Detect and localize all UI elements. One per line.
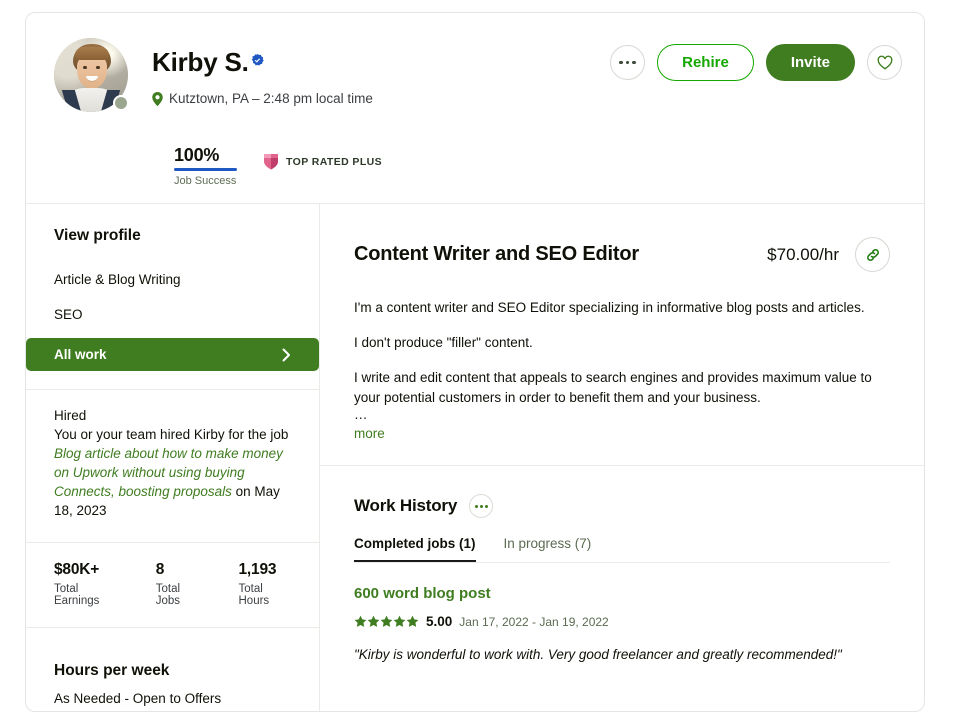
heart-icon	[877, 55, 892, 70]
job-section: Content Writer and SEO Editor $70.00/hr …	[320, 203, 924, 465]
stat-label: Total Jobs	[155, 583, 181, 607]
entry-dates: Jan 17, 2022 - Jan 19, 2022	[459, 614, 609, 629]
job-success-label: Job Success	[174, 175, 237, 187]
work-history-tabs: Completed jobs (1) In progress (7)	[354, 536, 890, 563]
star-rating	[354, 615, 419, 628]
star-icon	[393, 615, 406, 627]
entry-feedback: "Kirby is wonderful to work with. Very g…	[354, 647, 842, 662]
stat-total-jobs: 8 Total Jobs	[156, 561, 203, 607]
section-divider	[320, 465, 924, 466]
freelancer-profile-card: Kirby S. Kutztown, PA – 2:48 pm local ti…	[25, 12, 925, 712]
avatar[interactable]	[54, 38, 129, 112]
hourly-rate: $70.00/hr	[767, 244, 839, 264]
page-title: Content Writer and SEO Editor	[354, 243, 639, 265]
top-rated-plus-label: TOP RATED PLUS	[286, 155, 383, 168]
job-success-block: 100% Job Success	[174, 145, 237, 187]
job-header: Content Writer and SEO Editor $70.00/hr	[354, 237, 890, 272]
work-history-more-button[interactable]	[469, 494, 494, 518]
tab-completed-jobs[interactable]: Completed jobs (1)	[354, 536, 476, 562]
hours-per-week-value: As Needed - Open to Offers	[54, 691, 222, 706]
hired-section: Hired You or your team hired Kirby for t…	[26, 390, 319, 542]
work-history-entry: 600 word blog post 5.00 Jan 17, 2022 - J…	[354, 563, 890, 664]
stat-value: 8	[155, 561, 165, 578]
hired-text-before: You or your team hired Kirby for the job	[54, 427, 289, 442]
stat-label: Total Earnings	[54, 583, 100, 607]
location-text: Kutztown, PA – 2:48 pm local time	[169, 91, 373, 106]
more-link[interactable]: more	[354, 426, 385, 441]
description-paragraph: I write and edit content that appeals to…	[354, 370, 872, 405]
stat-value: $80K+	[54, 561, 100, 578]
sidebar-nav: View profile Article & Blog Writing SEO …	[26, 203, 319, 389]
top-rated-plus-badge: TOP RATED PLUS	[263, 153, 382, 170]
job-description: I'm a content writer and SEO Editor spec…	[354, 298, 890, 443]
star-icon	[354, 615, 367, 627]
favorite-button[interactable]	[867, 45, 902, 80]
job-success-bar	[174, 168, 237, 171]
map-pin-icon	[152, 91, 163, 106]
link-icon	[866, 248, 879, 261]
stat-total-hours: 1,193 Total Hours	[239, 561, 292, 607]
truncation-ellipsis: …	[354, 407, 368, 422]
stat-total-earnings: $80K+ Total Earnings	[54, 561, 120, 607]
sidebar-item-label: SEO	[54, 306, 83, 322]
star-icon	[406, 615, 419, 627]
entry-title[interactable]: 600 word blog post	[354, 585, 890, 602]
ellipsis-icon	[474, 504, 478, 508]
location-row: Kutztown, PA – 2:48 pm local time	[152, 91, 373, 106]
job-success-percent: 100%	[174, 145, 220, 165]
chevron-right-icon	[282, 348, 290, 361]
work-history-section: Work History Completed jobs (1) In progr…	[320, 466, 924, 664]
main-content: Content Writer and SEO Editor $70.00/hr …	[320, 203, 924, 711]
hired-title: Hired	[54, 408, 87, 423]
sidebar-item-label: All work	[54, 347, 107, 362]
hours-per-week-section: Hours per week As Needed - Open to Offer…	[26, 628, 319, 706]
work-history-header: Work History	[354, 494, 890, 518]
star-icon	[380, 615, 393, 627]
stat-label: Total Hours	[238, 583, 270, 607]
star-icon	[367, 615, 380, 627]
rehire-button[interactable]: Rehire	[657, 44, 754, 81]
online-status-dot	[113, 95, 129, 111]
copy-link-button[interactable]	[855, 237, 890, 272]
sidebar-item-all-work[interactable]: All work	[26, 338, 319, 371]
sidebar-item-seo[interactable]: SEO	[26, 303, 319, 325]
freelancer-name-row: Kirby S.	[152, 47, 265, 78]
verified-badge-icon	[251, 53, 264, 66]
work-history-title: Work History	[354, 496, 458, 515]
profile-body: View profile Article & Blog Writing SEO …	[26, 203, 924, 711]
shield-icon	[264, 154, 278, 170]
freelancer-name: Kirby S.	[152, 47, 249, 77]
hours-per-week-title: Hours per week	[54, 662, 170, 679]
entry-meta: 5.00 Jan 17, 2022 - Jan 19, 2022	[354, 614, 890, 629]
more-options-button[interactable]	[610, 45, 646, 80]
profile-header: Kirby S. Kutztown, PA – 2:48 pm local ti…	[26, 13, 924, 204]
rating-value: 5.00	[426, 614, 453, 629]
description-paragraph: I'm a content writer and SEO Editor spec…	[354, 300, 865, 315]
sidebar-item-article-blog-writing[interactable]: Article & Blog Writing	[26, 268, 319, 290]
tab-in-progress[interactable]: In progress (7)	[504, 536, 592, 562]
view-profile-title: View profile	[54, 227, 141, 244]
stat-value: 1,193	[238, 561, 277, 578]
invite-button[interactable]: Invite	[765, 44, 855, 81]
description-paragraph: I don't produce "filler" content.	[354, 335, 533, 350]
ellipsis-icon	[619, 60, 636, 65]
hired-description: You or your team hired Kirby for the job…	[54, 425, 291, 520]
header-actions: Rehire Invite	[610, 44, 902, 81]
sidebar: View profile Article & Blog Writing SEO …	[26, 203, 319, 711]
stats-section: $80K+ Total Earnings 8 Total Jobs 1,193 …	[26, 543, 319, 627]
sidebar-item-label: Article & Blog Writing	[54, 271, 181, 287]
